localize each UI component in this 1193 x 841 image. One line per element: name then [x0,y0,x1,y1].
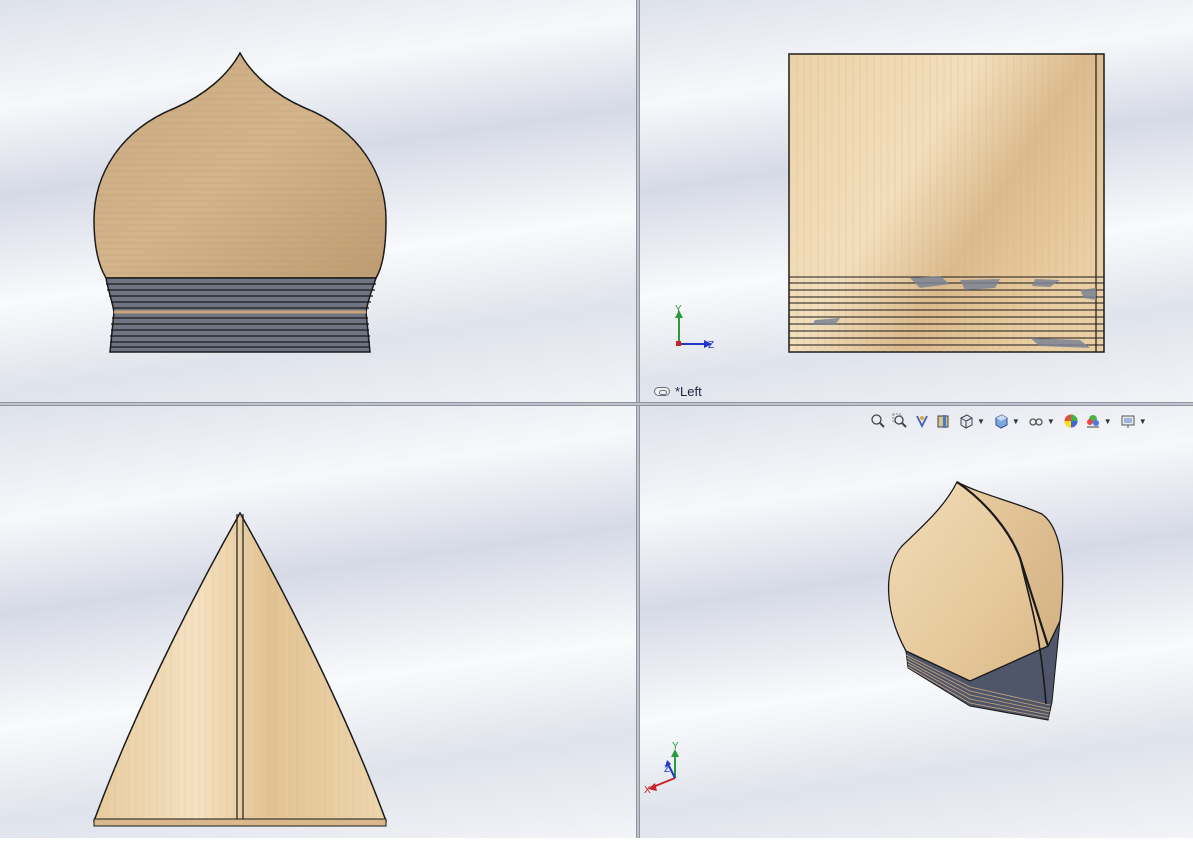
side-panel-shape [788,53,1105,353]
viewport-isometric[interactable]: ▼ ▼ ▼ ▼ ▼ Y X Z [640,406,1193,838]
viewport-left[interactable]: Y Z *Left [640,0,1193,402]
link-views-icon[interactable] [654,387,670,396]
dome-isometric-shape [887,481,1064,721]
viewport-front[interactable] [0,0,636,402]
viewport-horizontal-splitter[interactable] [0,402,1193,406]
view-orientation-label: *Left [654,384,702,399]
triad-isometric: Y X Z [644,741,679,796]
viewport-top[interactable] [0,406,636,838]
triangle-top-shape [92,511,388,827]
axis-x-label: X [644,785,651,796]
view-name: *Left [675,384,702,399]
axis-z-label: Z [664,764,670,775]
axis-z-label: Z [708,340,714,351]
triad-left: Y Z [675,304,714,351]
dome-front-shape [93,51,387,353]
axis-y-label: Y [675,304,682,315]
viewport-vertical-splitter[interactable] [636,0,640,841]
axis-y-label: Y [672,741,679,752]
